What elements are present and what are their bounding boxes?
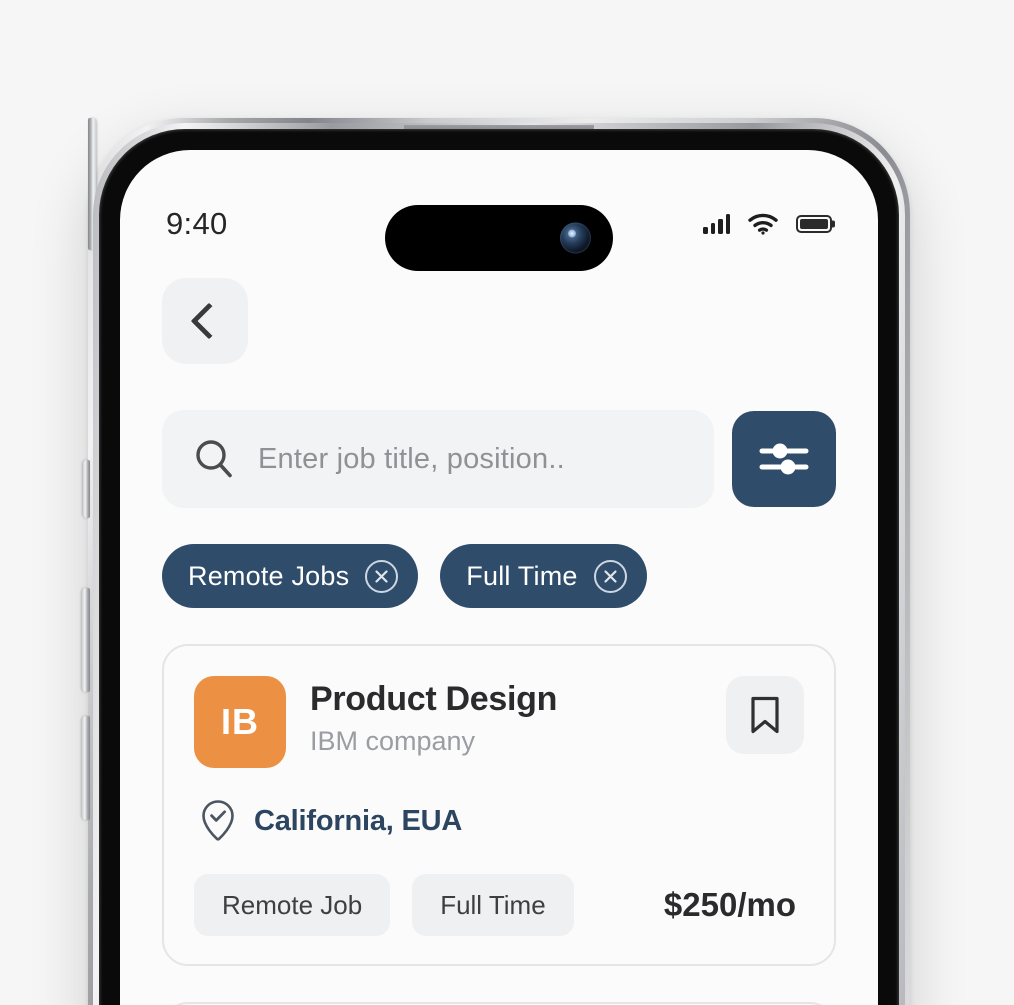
search-input[interactable]: Enter job title, position.. [162,410,714,508]
bookmark-button[interactable] [726,676,804,754]
job-price: $250/mo [663,886,796,923]
sliders-filter-icon [759,443,809,475]
filter-chip-remote-jobs[interactable]: Remote Jobs [162,544,419,608]
iphone-device-frame: 9:40 Enter job title, position.. Remote … [82,118,910,1005]
job-card[interactable]: IB Product Design IBM company California… [162,644,836,966]
search-input-placeholder: Enter job title, position.. [258,442,565,475]
screenshot-stage: 9:40 Enter job title, position.. Remote … [0,0,1014,1005]
status-icons [703,213,832,235]
back-button[interactable] [162,278,248,364]
job-company: IBM company [310,726,476,756]
job-tag: Remote Job [194,874,391,936]
active-filter-chips: Remote Jobs Full Time [162,544,836,608]
location-check-pin-icon [202,800,234,841]
volume-up-button[interactable] [82,588,90,692]
close-circle-icon[interactable] [593,559,627,593]
filter-chip-full-time[interactable]: Full Time [440,544,647,608]
phone-screen: 9:40 Enter job title, position.. Remote … [120,150,878,1005]
status-time: 9:40 [166,206,228,241]
close-circle-icon[interactable] [365,559,399,593]
search-icon [196,440,232,478]
company-logo: IB [194,676,286,768]
job-location-row: California, EUA [194,798,804,844]
job-location: California, EUA [254,804,463,837]
filter-chip-label: Full Time [466,560,578,591]
job-title: Product Design [310,680,558,718]
job-card-footer: Remote Job Full Time $250/mo [194,874,804,936]
battery-full-icon [796,215,832,233]
bookmark-icon [751,696,779,734]
job-tag: Full Time [412,874,574,936]
job-card-titles: Product Design IBM company [310,676,702,757]
filter-button[interactable] [732,411,836,507]
front-camera-icon [560,222,591,254]
action-button[interactable] [83,460,90,518]
filter-chip-label: Remote Jobs [188,560,350,591]
chevron-left-icon [190,302,227,340]
search-row: Enter job title, position.. [162,410,836,508]
wifi-icon [748,213,778,235]
cellular-signal-icon [703,214,730,234]
job-card-header: IB Product Design IBM company [194,676,804,768]
close-icon [604,569,617,583]
job-search-screen: Enter job title, position.. Remote Jobs … [120,250,878,1005]
company-logo-text: IB [221,701,259,742]
close-icon [375,569,388,583]
dynamic-island [385,205,613,271]
device-bezel: 9:40 Enter job title, position.. Remote … [99,129,899,1005]
volume-down-button[interactable] [82,716,90,820]
